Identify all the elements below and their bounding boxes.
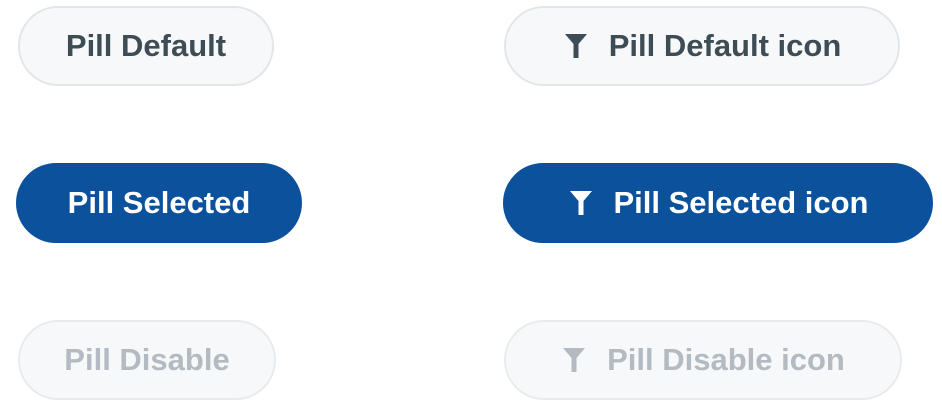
pill-label: Pill Selected icon: [613, 185, 869, 220]
pill-label: Pill Selected: [67, 185, 251, 220]
pill-label: Pill Default icon: [608, 28, 842, 63]
pill-default-icon-button[interactable]: Pill Default icon: [504, 6, 900, 86]
filter-icon: [568, 190, 594, 216]
filter-icon: [561, 347, 587, 373]
filter-icon: [563, 33, 589, 59]
pill-label: Pill Disable icon: [607, 342, 845, 377]
pill-disable-button[interactable]: Pill Disable: [18, 320, 276, 400]
pill-selected-icon-button[interactable]: Pill Selected icon: [503, 163, 933, 243]
pill-disable-icon-button[interactable]: Pill Disable icon: [504, 320, 902, 400]
pill-label: Pill Default: [65, 28, 227, 63]
pill-label: Pill Disable: [64, 342, 230, 377]
pill-selected-button[interactable]: Pill Selected: [16, 163, 302, 243]
pill-default-button[interactable]: Pill Default: [18, 6, 274, 86]
